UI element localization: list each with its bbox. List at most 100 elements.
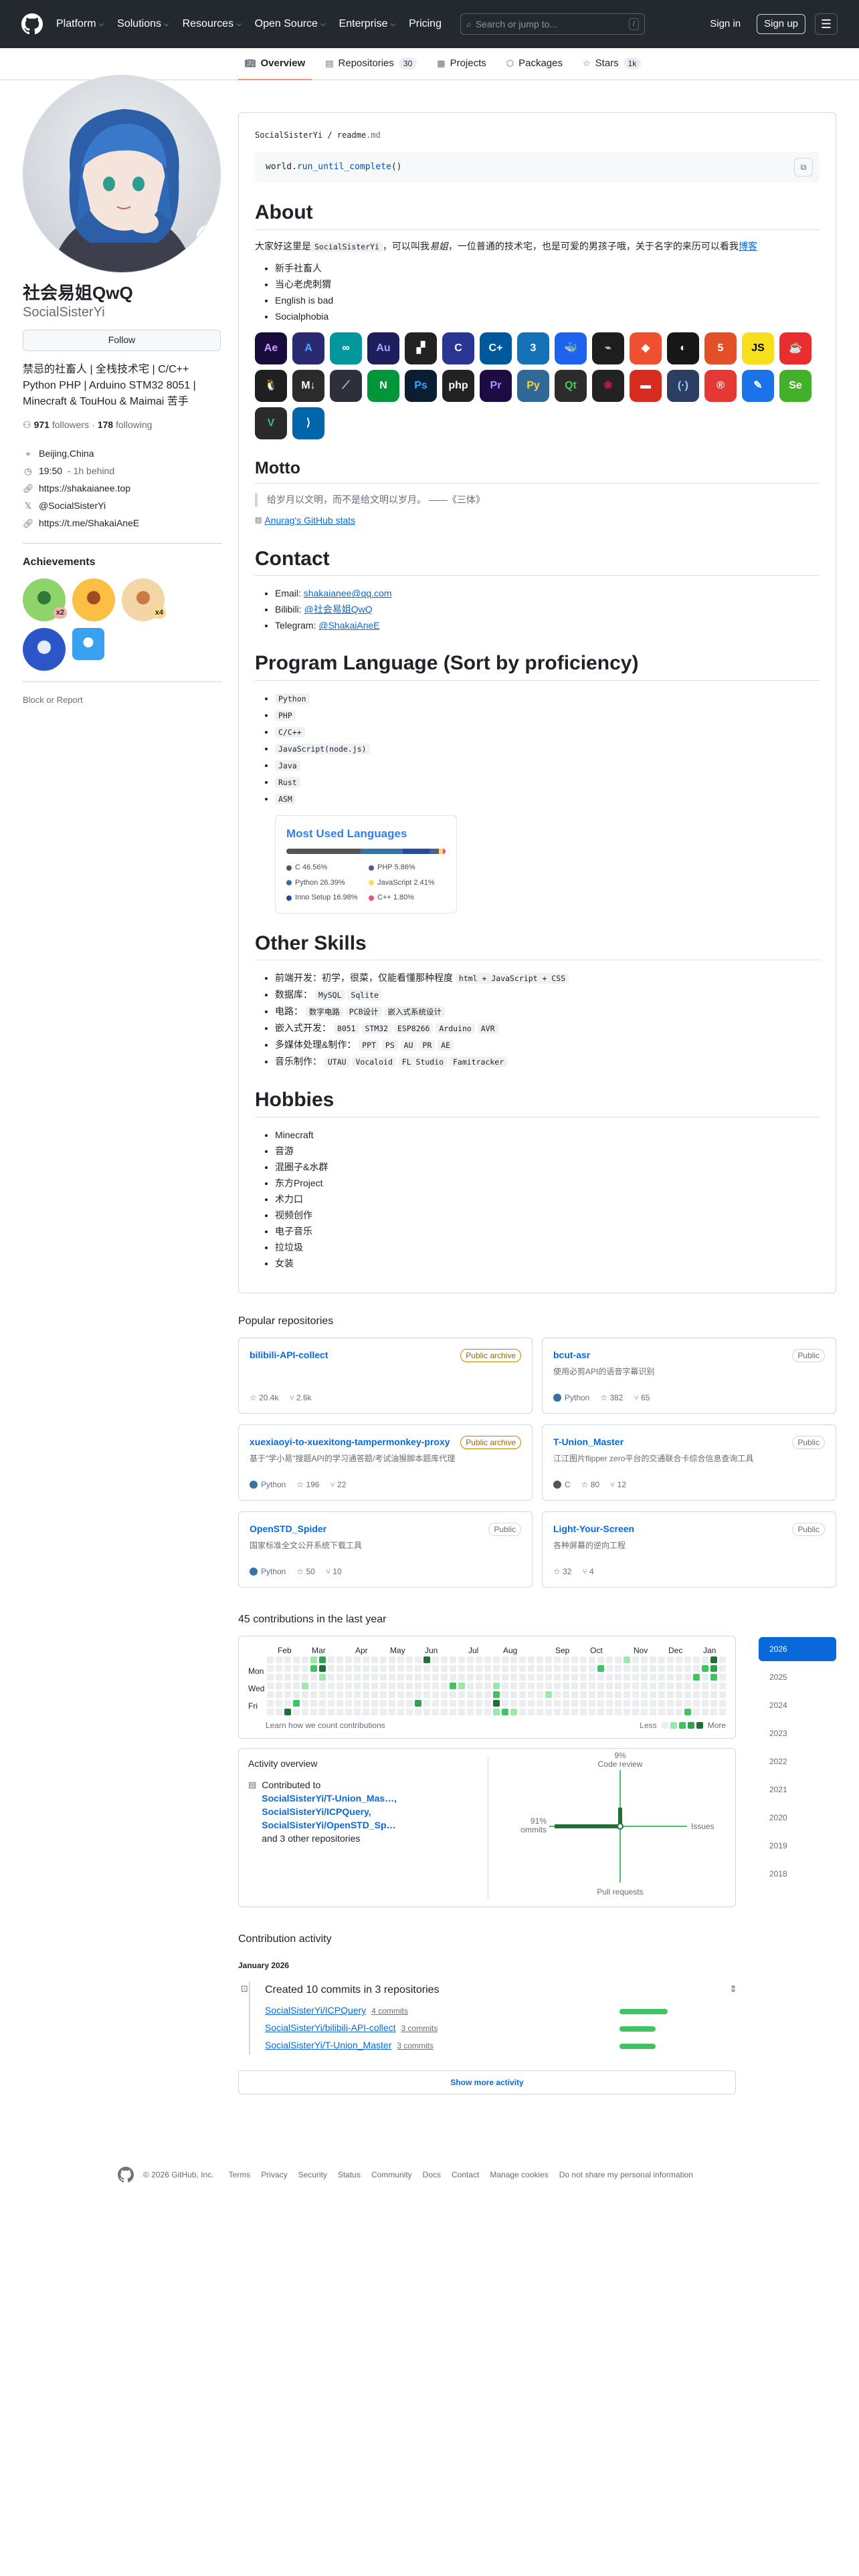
contributed-repo-link[interactable]: SocialSisterYi/T-Union_Mas…, <box>262 1792 397 1805</box>
contribution-day[interactable] <box>563 1691 569 1698</box>
contribution-day[interactable] <box>667 1656 674 1663</box>
contribution-day[interactable] <box>310 1682 317 1689</box>
contribution-day[interactable] <box>302 1656 308 1663</box>
year-2022[interactable]: 2022 <box>759 1749 836 1774</box>
contribution-day[interactable] <box>450 1708 456 1715</box>
stars-link[interactable]: ☆ 80 <box>581 1479 599 1491</box>
achievement-badge[interactable] <box>72 627 104 660</box>
contribution-day[interactable] <box>510 1691 517 1698</box>
contribution-day[interactable] <box>423 1656 430 1663</box>
commit-repo-link[interactable]: SocialSisterYi/T-Union_Master <box>265 2038 391 2052</box>
contribution-day[interactable] <box>354 1682 361 1689</box>
contribution-day[interactable] <box>528 1673 535 1681</box>
contribution-day[interactable] <box>493 1656 500 1663</box>
contribution-day[interactable] <box>484 1691 491 1698</box>
contribution-day[interactable] <box>702 1691 708 1698</box>
contribution-day[interactable] <box>310 1673 317 1681</box>
contribution-day[interactable] <box>580 1673 587 1681</box>
contribution-day[interactable] <box>397 1699 404 1707</box>
contribution-day[interactable] <box>389 1699 395 1707</box>
contribution-day[interactable] <box>502 1699 508 1707</box>
contribution-day[interactable] <box>719 1673 726 1681</box>
contribution-day[interactable] <box>537 1691 543 1698</box>
contribution-day[interactable] <box>537 1708 543 1715</box>
contribution-day[interactable] <box>676 1708 682 1715</box>
contribution-day[interactable] <box>632 1673 639 1681</box>
contact-link[interactable]: @社会易姐QwQ <box>304 604 373 615</box>
contribution-day[interactable] <box>337 1673 343 1681</box>
contribution-day[interactable] <box>632 1699 639 1707</box>
contribution-day[interactable] <box>545 1673 552 1681</box>
contribution-day[interactable] <box>493 1708 500 1715</box>
contribution-day[interactable] <box>441 1708 448 1715</box>
contribution-day[interactable] <box>423 1708 430 1715</box>
contribution-day[interactable] <box>276 1699 282 1707</box>
contribution-day[interactable] <box>702 1673 708 1681</box>
smiley-status-icon[interactable]: ☺ <box>196 224 220 249</box>
contribution-day[interactable] <box>345 1673 352 1681</box>
nav-resources[interactable]: Resources ⌵ <box>183 16 242 32</box>
contribution-day[interactable] <box>502 1673 508 1681</box>
contribution-day[interactable] <box>397 1708 404 1715</box>
contribution-day[interactable] <box>363 1656 369 1663</box>
contribution-day[interactable] <box>415 1699 421 1707</box>
contribution-day[interactable] <box>484 1656 491 1663</box>
contribution-day[interactable] <box>337 1699 343 1707</box>
contribution-day[interactable] <box>658 1665 665 1672</box>
contribution-day[interactable] <box>641 1673 648 1681</box>
contribution-day[interactable] <box>510 1665 517 1672</box>
github-stats-image[interactable]: ▨ Anurag's GitHub stats <box>255 514 820 528</box>
contribution-day[interactable] <box>423 1691 430 1698</box>
contribution-day[interactable] <box>302 1691 308 1698</box>
contribution-day[interactable] <box>684 1699 691 1707</box>
contribution-day[interactable] <box>606 1656 613 1663</box>
contribution-day[interactable] <box>615 1708 622 1715</box>
block-report-link[interactable]: Block or Report <box>23 695 83 705</box>
contribution-day[interactable] <box>589 1682 595 1689</box>
telegram-link[interactable]: https://t.me/ShakaiAneE <box>39 516 139 530</box>
contribution-day[interactable] <box>615 1682 622 1689</box>
contribution-day[interactable] <box>380 1656 387 1663</box>
contribution-day[interactable] <box>537 1673 543 1681</box>
contribution-day[interactable] <box>710 1665 717 1672</box>
contribution-day[interactable] <box>328 1699 335 1707</box>
contribution-day[interactable] <box>354 1665 361 1672</box>
contribution-day[interactable] <box>702 1665 708 1672</box>
contribution-day[interactable] <box>641 1691 648 1698</box>
contribution-day[interactable] <box>519 1699 526 1707</box>
achievement-badge[interactable] <box>72 578 115 621</box>
contribution-day[interactable] <box>302 1673 308 1681</box>
contribution-day[interactable] <box>371 1656 378 1663</box>
contribution-day[interactable] <box>432 1673 439 1681</box>
github-logo-icon[interactable] <box>21 13 43 35</box>
contribution-day[interactable] <box>676 1665 682 1672</box>
contribution-day[interactable] <box>589 1673 595 1681</box>
contribution-day[interactable] <box>658 1682 665 1689</box>
nav-platform[interactable]: Platform ⌵ <box>56 16 104 32</box>
contribution-day[interactable] <box>406 1656 413 1663</box>
contribution-day[interactable] <box>519 1691 526 1698</box>
contribution-day[interactable] <box>363 1699 369 1707</box>
repo-name-link[interactable]: bilibili-API-collect <box>250 1349 450 1362</box>
contribution-day[interactable] <box>571 1708 578 1715</box>
contribution-day[interactable] <box>537 1656 543 1663</box>
contribution-day[interactable] <box>284 1682 291 1689</box>
footer-link[interactable]: Manage cookies <box>490 2169 548 2181</box>
contribution-day[interactable] <box>519 1665 526 1672</box>
contribution-day[interactable] <box>337 1691 343 1698</box>
contribution-day[interactable] <box>371 1673 378 1681</box>
contribution-day[interactable] <box>545 1699 552 1707</box>
contribution-day[interactable] <box>328 1656 335 1663</box>
following-link[interactable]: 178 following <box>98 418 153 432</box>
year-2025[interactable]: 2025 <box>759 1665 836 1689</box>
contribution-day[interactable] <box>380 1699 387 1707</box>
contribution-day[interactable] <box>276 1682 282 1689</box>
contribution-day[interactable] <box>493 1682 500 1689</box>
footer-link[interactable]: Contact <box>452 2169 479 2181</box>
contribution-day[interactable] <box>319 1691 326 1698</box>
contribution-day[interactable] <box>580 1656 587 1663</box>
contribution-day[interactable] <box>354 1656 361 1663</box>
nav-open-source[interactable]: Open Source ⌵ <box>255 16 326 32</box>
contribution-day[interactable] <box>337 1708 343 1715</box>
sign-up-button[interactable]: Sign up <box>757 13 805 35</box>
